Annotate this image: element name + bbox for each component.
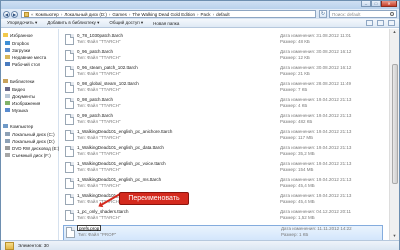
documents-icon <box>5 94 10 98</box>
list-item-selected[interactable]: prefs.prop Тип: Файл "PROP" Дата изменения… <box>63 225 383 240</box>
drive-icon <box>5 132 10 136</box>
nav-dropbox[interactable]: Dropbox <box>5 40 29 46</box>
new-folder-button[interactable]: Новая папка <box>153 21 179 26</box>
nav-drive-c[interactable]: Локальный диск (C:) <box>5 131 55 137</box>
desktop-icon <box>5 62 10 66</box>
list-item[interactable]: 1_WalkingDead101_english_pc_voice.ttarch… <box>63 161 383 177</box>
nav-video[interactable]: Видео <box>5 86 25 92</box>
recent-places-icon <box>5 55 10 59</box>
star-icon <box>3 33 8 37</box>
nav-drive-d[interactable]: Локальный диск (D:) <box>5 138 55 144</box>
file-icon <box>65 114 74 125</box>
scroll-up-icon[interactable]: ▲ <box>391 29 398 36</box>
vertical-scrollbar[interactable]: ▲ ▼ <box>389 29 399 240</box>
list-item[interactable]: 0_98_patch.ttarch Тип: Файл "TTARCH" Дата … <box>63 97 383 113</box>
music-icon <box>5 108 10 112</box>
downloads-icon <box>5 48 10 52</box>
address-field[interactable]: « Компьютер › Локальный диск (D:) › Games ›… <box>21 10 316 18</box>
nav-music[interactable]: Музыка <box>5 107 28 113</box>
forward-button[interactable]: ▶ <box>11 10 18 18</box>
nav-computer[interactable]: Компьютер <box>3 123 33 129</box>
breadcrumb-twd[interactable]: The Walking Dead Gold Edition <box>132 12 195 17</box>
drive-icon <box>5 139 10 143</box>
file-icon <box>65 98 74 109</box>
title-bar[interactable]: – □ ✕ <box>1 1 399 9</box>
explorer-window: – □ ✕ ◀ ▶ « Компьютер › Локальный диск (D… <box>0 0 400 250</box>
close-button[interactable]: ✕ <box>381 1 397 7</box>
list-item[interactable]: 1_WalkingDead101_english_pc_tomesh.ttarc… <box>63 193 383 209</box>
nav-downloads[interactable]: Загрузки <box>5 47 30 53</box>
list-item[interactable]: 1_pc_only_shaders.ttarch Тип: Файл "TTARC… <box>63 209 383 225</box>
list-item[interactable]: 0_96_patch.ttarch Тип: Файл "TTARCH" Дата … <box>63 49 383 65</box>
dvd-drive-icon <box>5 146 10 150</box>
file-icon <box>65 178 74 189</box>
folder-icon <box>24 12 29 17</box>
dropbox-icon <box>5 41 10 45</box>
computer-icon <box>3 124 8 128</box>
nav-desktop[interactable]: Рабочий стол <box>5 61 40 67</box>
view-controls <box>362 20 395 26</box>
file-icon <box>65 194 74 205</box>
rename-input[interactable]: prefs.prop <box>77 225 102 231</box>
list-item[interactable]: 0_78_1030patch.ttarch Тип: Файл "TTARCH" Д… <box>63 33 383 49</box>
nav-favorites[interactable]: Избранное <box>3 32 33 38</box>
breadcrumb-pack[interactable]: Pack <box>201 12 211 17</box>
list-item[interactable]: 0_99_patch.ttarch Тип: Файл "TTARCH" Дата … <box>63 113 383 129</box>
file-list: 0_78_1030patch.ttarch Тип: Файл "TTARCH" Д… <box>59 29 389 240</box>
scrollbar-thumb[interactable] <box>392 64 398 184</box>
file-icon <box>65 162 74 173</box>
share-button[interactable]: Общий доступ ▾ <box>109 20 143 26</box>
nav-pictures[interactable]: Изображения <box>5 100 40 106</box>
breadcrumb-games[interactable]: Games <box>112 12 127 17</box>
nav-dvd-e[interactable]: DVD RW дисковод (E:) <box>5 145 59 151</box>
address-bar-area: ◀ ▶ « Компьютер › Локальный диск (D:) › Ga… <box>1 9 399 19</box>
file-icon <box>66 227 75 238</box>
annotation-callout: Переименовать <box>119 192 189 205</box>
file-icon <box>65 34 74 45</box>
view-icon[interactable] <box>366 20 373 26</box>
help-icon[interactable] <box>388 20 395 26</box>
status-bar: Элементов: 30 <box>1 240 399 250</box>
file-icon <box>65 210 74 221</box>
back-button[interactable]: ◀ <box>3 10 10 18</box>
preview-pane-icon[interactable] <box>377 20 384 26</box>
file-icon <box>65 82 74 93</box>
command-bar: Упорядочить ▾ Добавить в библиотеку ▾ Об… <box>1 19 399 28</box>
add-to-library-button[interactable]: Добавить в библиотеку ▾ <box>47 20 99 26</box>
file-icon <box>65 66 74 77</box>
file-icon <box>65 146 74 157</box>
list-item[interactable]: 1_WalkingDead101_english_pc_ms.ttarch Тип… <box>63 177 383 193</box>
video-icon <box>5 87 10 91</box>
breadcrumb-default[interactable]: default <box>216 12 230 17</box>
item-count: Элементов: 30 <box>18 243 49 248</box>
scroll-down-icon[interactable]: ▼ <box>391 233 398 240</box>
search-placeholder: Поиск: default <box>332 11 361 17</box>
pictures-icon <box>5 101 10 105</box>
list-item[interactable]: 0_96_steam_patch_102.ttarch Тип: Файл "TT… <box>63 65 383 81</box>
search-icon <box>390 12 394 16</box>
navigation-pane: Избранное Dropbox Загрузки Недавние мест… <box>1 29 59 240</box>
nav-removable-f[interactable]: Съемный диск (F:) <box>5 152 51 158</box>
nav-documents[interactable]: Документы <box>5 93 35 99</box>
nav-libraries[interactable]: Библиотеки <box>3 78 34 84</box>
breadcrumb-computer[interactable]: Компьютер <box>36 12 59 17</box>
organize-button[interactable]: Упорядочить ▾ <box>7 20 37 26</box>
maximize-button[interactable]: □ <box>371 1 381 7</box>
file-icon <box>65 50 74 61</box>
window-controls: – □ ✕ <box>361 1 397 7</box>
search-input[interactable]: Поиск: default <box>329 10 397 18</box>
minimize-button[interactable]: – <box>361 1 371 7</box>
list-item[interactable]: 0_98_global_steam_102.ttarch Тип: Файл "T… <box>63 81 383 97</box>
list-item[interactable]: 1_WalkingDead101_english_pc_data.ttarch Т… <box>63 145 383 161</box>
file-icon <box>65 130 74 141</box>
nav-recent-places[interactable]: Недавние места <box>5 54 46 60</box>
library-icon <box>3 79 8 83</box>
removable-drive-icon <box>5 153 10 157</box>
folder-icon <box>5 241 14 250</box>
breadcrumb-drive-d[interactable]: Локальный диск (D:) <box>64 12 107 17</box>
list-item[interactable]: 1_WalkingDead101_english_pc_anichore.tta… <box>63 129 383 145</box>
refresh-icon[interactable]: ↻ <box>319 10 327 18</box>
